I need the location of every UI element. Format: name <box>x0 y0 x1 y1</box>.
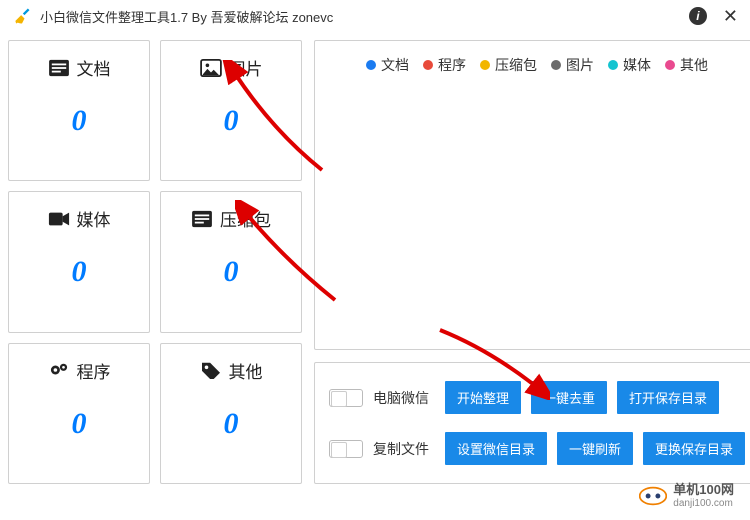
tile-label: 其他 <box>229 358 263 383</box>
window-title: 小白微信文件整理工具1.7 By 吾爱破解论坛 zonevc <box>40 7 689 26</box>
legend-label: 媒体 <box>623 55 651 75</box>
gamepad-icon <box>639 482 667 510</box>
tile-other[interactable]: 其他 0 <box>160 343 302 484</box>
watermark-en: danji100.com <box>673 498 734 509</box>
dedup-button[interactable]: 一键去重 <box>531 381 607 414</box>
video-icon <box>48 210 70 228</box>
tile-documents[interactable]: 文档 0 <box>8 40 150 181</box>
tile-label: 程序 <box>77 358 111 383</box>
set-wechat-dir-button[interactable]: 设置微信目录 <box>445 432 547 465</box>
legend-dot-icon <box>366 60 376 70</box>
tile-count: 0 <box>224 255 239 289</box>
legend-dot-icon <box>423 60 433 70</box>
toggle-label: 电脑微信 <box>373 388 435 408</box>
tile-label: 图片 <box>229 55 263 80</box>
tile-images[interactable]: 图片 0 <box>160 40 302 181</box>
tile-count: 0 <box>72 407 87 441</box>
open-save-dir-button[interactable]: 打开保存目录 <box>617 381 719 414</box>
legend-label: 文档 <box>381 55 409 75</box>
tile-label: 文档 <box>77 55 111 80</box>
start-organize-button[interactable]: 开始整理 <box>445 381 521 414</box>
close-icon[interactable]: ✕ <box>723 6 738 27</box>
watermark-cn: 单机100网 <box>673 483 734 497</box>
legend-label: 图片 <box>566 55 594 75</box>
legend-label: 程序 <box>438 55 466 75</box>
legend-dot-icon <box>665 60 675 70</box>
info-icon[interactable]: i <box>689 7 707 25</box>
tile-programs[interactable]: 程序 0 <box>8 343 150 484</box>
tile-archives[interactable]: 压缩包 0 <box>160 191 302 332</box>
legend-label: 压缩包 <box>495 55 537 75</box>
legend-item: 压缩包 <box>480 55 537 75</box>
toggle-desktop-wechat[interactable] <box>329 389 363 407</box>
tile-count: 0 <box>72 104 87 138</box>
tile-count: 0 <box>224 104 239 138</box>
tile-count: 0 <box>72 255 87 289</box>
toggle-label: 复制文件 <box>373 439 435 459</box>
tile-media[interactable]: 媒体 0 <box>8 191 150 332</box>
legend-item: 媒体 <box>608 55 651 75</box>
legend-item: 图片 <box>551 55 594 75</box>
legend-item: 其他 <box>665 55 708 75</box>
legend-item: 程序 <box>423 55 466 75</box>
app-broom-icon <box>12 6 32 26</box>
legend-item: 文档 <box>366 55 409 75</box>
legend-chart-box: 文档 程序 压缩包 图片 媒体 其他 <box>314 40 750 350</box>
document-icon <box>48 59 70 77</box>
gears-icon <box>48 361 70 379</box>
tile-count: 0 <box>224 407 239 441</box>
change-save-dir-button[interactable]: 更换保存目录 <box>643 432 745 465</box>
watermark: 单机100网 danji100.com <box>639 482 734 510</box>
legend-dot-icon <box>551 60 561 70</box>
archive-list-icon <box>191 210 213 228</box>
image-icon <box>200 59 222 77</box>
tag-icon <box>200 361 222 379</box>
refresh-button[interactable]: 一键刷新 <box>557 432 633 465</box>
actions-panel: 电脑微信 开始整理 一键去重 打开保存目录 复制文件 设置微信目录 一键刷新 更… <box>314 362 750 484</box>
toggle-copy-files[interactable] <box>329 440 363 458</box>
legend-dot-icon <box>608 60 618 70</box>
tile-label: 媒体 <box>77 206 111 231</box>
tile-label: 压缩包 <box>220 206 271 231</box>
legend-dot-icon <box>480 60 490 70</box>
legend-label: 其他 <box>680 55 708 75</box>
